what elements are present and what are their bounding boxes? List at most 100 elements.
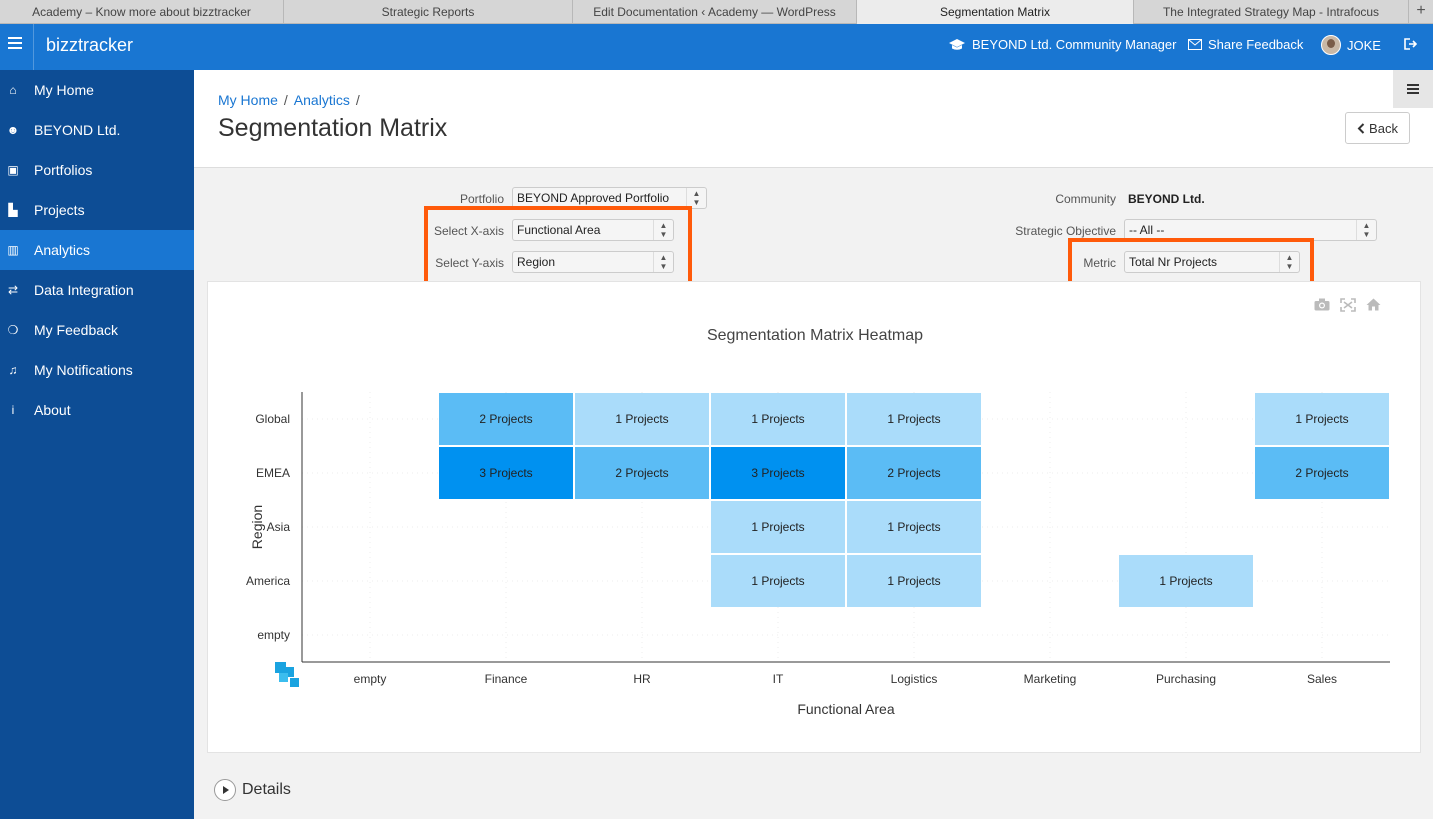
sidebar-item-data-integration[interactable]: ⇄ Data Integration: [0, 270, 194, 310]
new-tab-button[interactable]: +: [1409, 0, 1433, 24]
x-tick-label: empty: [354, 672, 387, 686]
axis-selection-highlight: [424, 206, 692, 290]
x-tick-label: IT: [773, 672, 784, 686]
info-icon: i: [11, 403, 15, 417]
sidebar-item-label: About: [34, 402, 71, 418]
sidebar-item-label: Analytics: [34, 242, 91, 258]
strategic-objective-value: -- All --: [1129, 223, 1165, 237]
header-divider: [33, 24, 34, 70]
heatmap-cell-label: 1 Projects: [887, 520, 940, 534]
x-tick-label: Finance: [485, 672, 528, 686]
bar-chart-icon: ▥: [7, 243, 19, 257]
y-tick-label: Global: [255, 412, 290, 426]
browser-tab[interactable]: The Integrated Strategy Map - Intrafocus: [1134, 0, 1409, 24]
exchange-icon: ⇄: [7, 283, 19, 297]
factory-icon: ▙: [8, 203, 18, 217]
y-axis-title: Region: [249, 505, 265, 549]
heatmap-cell-label: 1 Projects: [751, 520, 804, 534]
main-content: My Home / Analytics / Segmentation Matrix B…: [194, 70, 1433, 819]
chart-panel: Segmentation Matrix Heatmap 2 Projects 1 …: [207, 281, 1421, 753]
breadcrumb-separator: /: [283, 92, 288, 108]
sidebar-item-beyond-ltd[interactable]: ☻ BEYOND Ltd.: [0, 110, 194, 150]
breadcrumb: My Home / Analytics /: [218, 92, 366, 108]
sidebar-item-label: My Home: [34, 82, 94, 98]
heatmap-chart: 2 Projects 1 Projects 1 Projects 1 Projects…: [246, 392, 1390, 717]
sidebar-item-label: Projects: [34, 202, 85, 218]
portfolio-label: Portfolio: [459, 192, 504, 206]
logo-mark: [275, 662, 299, 687]
community-manager-label: BEYOND Ltd. Community Manager: [972, 37, 1177, 52]
browser-tab[interactable]: Segmentation Matrix: [857, 0, 1134, 24]
x-tick-label: HR: [633, 672, 651, 686]
x-tick-label: Sales: [1307, 672, 1337, 686]
menu-toggle-icon[interactable]: [8, 37, 22, 49]
sidebar-item-projects[interactable]: ▙ Projects: [0, 190, 194, 230]
right-panel-toggle[interactable]: [1393, 70, 1433, 108]
user-menu[interactable]: JOKE: [1321, 35, 1381, 55]
bell-icon: ♫: [8, 363, 18, 377]
briefcase-icon: ▣: [7, 163, 19, 177]
details-label: Details: [242, 781, 291, 798]
x-axis-title: Functional Area: [797, 701, 894, 717]
back-button[interactable]: Back: [1345, 112, 1410, 144]
y-tick-label: EMEA: [256, 466, 290, 480]
sidebar-item-label: My Feedback: [34, 322, 119, 338]
sidebar-item-my-notifications[interactable]: ♫ My Notifications: [0, 350, 194, 390]
share-feedback-link[interactable]: Share Feedback: [1188, 37, 1303, 52]
community-manager-link[interactable]: BEYOND Ltd. Community Manager: [948, 37, 1176, 52]
chevron-left-icon: [1357, 122, 1365, 134]
sidebar-item-label: Data Integration: [34, 282, 134, 298]
play-circle-icon: [214, 779, 236, 801]
browser-tab[interactable]: Edit Documentation ‹ Academy — WordPress: [573, 0, 857, 24]
home-icon: ⌂: [9, 83, 17, 97]
envelope-icon: [1188, 39, 1202, 50]
heatmap-cell-label: 1 Projects: [751, 574, 804, 588]
sidebar-item-portfolios[interactable]: ▣ Portfolios: [0, 150, 194, 190]
heatmap-cell-label: 1 Projects: [615, 412, 668, 426]
heatmap-cell-label: 1 Projects: [1295, 412, 1348, 426]
heatmap-cell-label: 2 Projects: [615, 466, 668, 480]
community-label: Community: [1055, 192, 1116, 206]
user-name: JOKE: [1347, 37, 1381, 53]
heatmap-cell-label: 2 Projects: [887, 466, 940, 480]
avatar: [1321, 35, 1341, 55]
brand-name[interactable]: bizztracker: [46, 35, 133, 56]
heatmap-cell-label: 1 Projects: [1159, 574, 1212, 588]
back-button-label: Back: [1369, 120, 1398, 136]
logout-icon: [1404, 38, 1418, 50]
strategic-objective-label: Strategic Objective: [1015, 224, 1116, 238]
sidebar-item-my-home[interactable]: ⌂ My Home: [0, 70, 194, 110]
x-tick-label: Logistics: [891, 672, 938, 686]
browser-tab[interactable]: Academy – Know more about bizztracker: [0, 0, 284, 24]
sidebar-nav: ⌂ My Home ☻ BEYOND Ltd. ▣ Portfolios ▙ Projects…: [0, 70, 194, 819]
page-title: Segmentation Matrix: [218, 114, 448, 142]
heatmap-cell-label: 3 Projects: [479, 466, 532, 480]
y-tick-label: Asia: [267, 520, 291, 534]
sidebar-item-label: My Notifications: [34, 362, 133, 378]
breadcrumb-analytics[interactable]: Analytics: [294, 92, 350, 108]
details-toggle[interactable]: Details: [214, 779, 291, 801]
sidebar-item-analytics[interactable]: ▥ Analytics: [0, 230, 194, 270]
app-header: bizztracker BEYOND Ltd. Community Manage…: [0, 24, 1433, 70]
portfolio-select-value: BEYOND Approved Portfolio: [517, 191, 670, 205]
y-tick-label: empty: [257, 628, 290, 642]
heatmap-cell-label: 1 Projects: [751, 412, 804, 426]
browser-tab-bar: Academy – Know more about bizztracker Str…: [0, 0, 1433, 24]
x-tick-label: Marketing: [1024, 672, 1077, 686]
heatmap-cell-label: 2 Projects: [1295, 466, 1348, 480]
sidebar-item-label: Portfolios: [34, 162, 93, 178]
heatmap-cell-label: 2 Projects: [479, 412, 532, 426]
community-value: BEYOND Ltd.: [1128, 192, 1205, 206]
browser-tab[interactable]: Strategic Reports: [284, 0, 573, 24]
x-tick-label: Purchasing: [1156, 672, 1216, 686]
breadcrumb-separator: /: [355, 92, 360, 108]
select-arrows-icon: ▲ ▼: [1356, 220, 1376, 240]
heatmap-cell-label: 1 Projects: [887, 412, 940, 426]
heatmap-cell-label: 1 Projects: [887, 574, 940, 588]
sidebar-item-label: BEYOND Ltd.: [34, 122, 121, 138]
sidebar-item-my-feedback[interactable]: ❍ My Feedback: [0, 310, 194, 350]
breadcrumb-home[interactable]: My Home: [218, 92, 278, 108]
sidebar-item-about[interactable]: i About: [0, 390, 194, 430]
logout-button[interactable]: [1404, 38, 1418, 50]
comments-icon: ❍: [7, 323, 19, 337]
